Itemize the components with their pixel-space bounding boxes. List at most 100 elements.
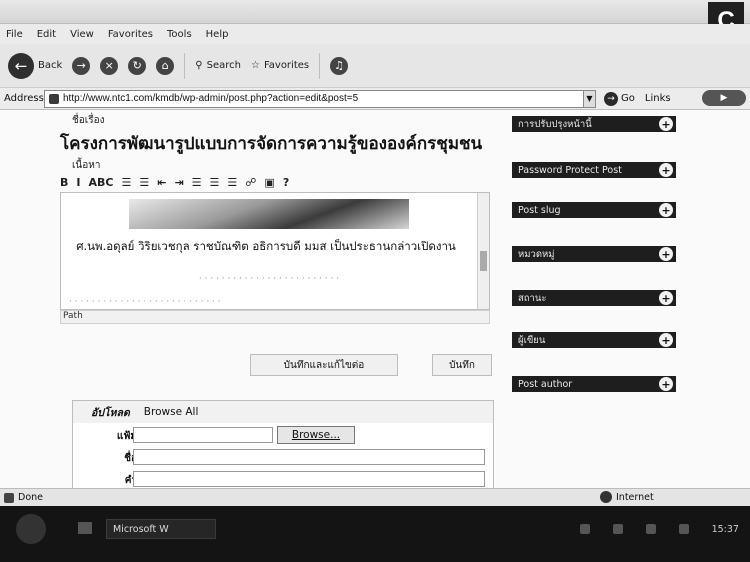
links-button[interactable]: Links — [645, 93, 671, 104]
save-and-continue-button[interactable]: บันทึกและแก้ไขต่อ — [250, 354, 398, 376]
expand-plus-icon[interactable]: + — [659, 291, 673, 305]
favorites-button[interactable]: ☆ Favorites — [251, 60, 309, 71]
sidebar-item-status[interactable]: สถานะ + — [512, 290, 676, 306]
expand-plus-icon[interactable]: + — [659, 163, 673, 177]
address-label: Address — [4, 93, 44, 104]
go-button[interactable]: → Go — [604, 91, 635, 106]
align-left-icon[interactable]: ☰ — [192, 176, 202, 189]
address-bar: Address http://www.ntc1.com/kmdb/wp-admi… — [0, 88, 750, 110]
menu-edit[interactable]: Edit — [37, 29, 56, 40]
security-zone: Internet — [600, 491, 654, 503]
upload-description-input[interactable] — [133, 471, 485, 487]
expand-plus-icon[interactable]: + — [659, 377, 673, 391]
window-titlebar: C — [0, 0, 750, 40]
tray-icon[interactable] — [612, 524, 623, 534]
address-dropdown[interactable]: ▼ — [584, 89, 596, 108]
numbered-list-icon[interactable]: ☰ — [139, 176, 149, 189]
indent-icon[interactable]: ⇥ — [174, 176, 183, 189]
menu-tools[interactable]: Tools — [167, 29, 192, 40]
go-arrow-icon: → — [604, 91, 618, 106]
upload-description-label: คำ — [124, 475, 137, 486]
system-tray: 15:37 — [580, 520, 745, 538]
sidebar-item-label: Post slug — [518, 204, 561, 216]
sidebar-item-categories[interactable]: หมวดหมู่ + — [512, 246, 676, 262]
editor-toolbar: B I ABC ☰ ☰ ⇤ ⇥ ☰ ☰ ☰ ☍ ▣ ? — [60, 172, 490, 192]
sidebar-item-label: สถานะ — [518, 292, 547, 304]
favorites-label: Favorites — [263, 60, 310, 71]
page-done-icon — [4, 492, 14, 503]
sidebar-item-password-protect[interactable]: Password Protect Post + — [512, 162, 676, 178]
address-url: http://www.ntc1.com/kmdb/wp-admin/post.p… — [63, 93, 359, 104]
expand-plus-icon[interactable]: + — [659, 247, 673, 261]
taskbar-item-word[interactable]: Microsoft W — [106, 519, 216, 539]
stop-button[interactable]: × — [100, 56, 119, 75]
strikethrough-button[interactable]: ABC — [88, 176, 113, 189]
editor-faded-text: · · · · · · · · · · · · · · · · · · · · … — [69, 297, 221, 307]
clock: 15:37 — [711, 523, 739, 535]
italic-button[interactable]: I — [76, 176, 80, 189]
editor-scrollbar[interactable] — [477, 193, 489, 309]
content-field-label: เนื้อหา — [72, 160, 101, 171]
align-right-icon[interactable]: ☰ — [227, 176, 237, 189]
sidebar-item-label: ผู้เขียน — [518, 334, 546, 346]
back-arrow-icon: ← — [8, 52, 34, 79]
go-label: Go — [621, 93, 635, 104]
bullet-list-icon[interactable]: ☰ — [121, 176, 131, 189]
sidebar-item-post-slug[interactable]: Post slug + — [512, 202, 676, 218]
refresh-button[interactable]: ↻ — [128, 56, 147, 75]
file-label: แฟ้ม — [116, 431, 137, 442]
page-content: ชื่อเรื่อง โครงการพัฒนารูปแบบการจัดการคว… — [0, 110, 750, 488]
toolbar-separator — [184, 52, 186, 79]
home-button[interactable]: ⌂ — [156, 56, 175, 75]
expand-plus-icon[interactable]: + — [659, 117, 673, 131]
menu-favorites[interactable]: Favorites — [108, 29, 153, 40]
screen: C File Edit View Favorites Tools Help ← … — [0, 0, 750, 562]
file-input[interactable] — [133, 427, 273, 443]
sidebar-item-post-author[interactable]: Post author + — [512, 376, 676, 392]
image-icon[interactable]: ▣ — [264, 176, 274, 189]
search-label: Search — [206, 60, 241, 71]
sidebar-item-label: การปรับปรุงหน้านี้ — [518, 118, 592, 130]
sidebar-item-label: Post author — [518, 378, 573, 390]
upload-title-input[interactable] — [133, 449, 485, 465]
tray-icon[interactable] — [580, 524, 590, 534]
address-input[interactable]: http://www.ntc1.com/kmdb/wp-admin/post.p… — [44, 89, 584, 108]
upload-tabs: อัปโหลด Browse All — [73, 401, 493, 423]
sidebar-item-author[interactable]: ผู้เขียน + — [512, 332, 676, 348]
outdent-icon[interactable]: ⇤ — [157, 176, 166, 189]
align-center-icon[interactable]: ☰ — [210, 176, 220, 189]
bold-button[interactable]: B — [60, 176, 68, 189]
editor-body-text: ศ.นพ.อดุลย์ วิริยเวชกุล ราชบัณฑิต อธิการ… — [76, 239, 456, 253]
content-editor[interactable]: ศ.นพ.อดุลย์ วิริยเวชกุล ราชบัณฑิต อธิการ… — [60, 192, 490, 310]
status-bar: Done Internet — [0, 488, 750, 506]
expand-plus-icon[interactable]: + — [659, 333, 673, 347]
help-icon[interactable]: ? — [283, 176, 289, 189]
menu-help[interactable]: Help — [206, 29, 229, 40]
post-title-input[interactable]: โครงการพัฒนารูปแบบการจัดการความรู้ขององค… — [60, 130, 482, 157]
volume-icon[interactable] — [645, 524, 656, 534]
search-button[interactable]: ⚲ Search — [195, 60, 241, 71]
back-button[interactable]: ← Back — [8, 52, 62, 79]
sidebar-item-revisions[interactable]: การปรับปรุงหน้านี้ + — [512, 116, 676, 132]
sidebar-item-label: หมวดหมู่ — [518, 248, 555, 260]
menu-file[interactable]: File — [6, 29, 23, 40]
browse-button[interactable]: Browse... — [277, 426, 355, 444]
tab-upload[interactable]: อัปโหลด — [91, 404, 130, 421]
scrollbar-thumb[interactable] — [480, 251, 487, 271]
expand-plus-icon[interactable]: + — [659, 203, 673, 217]
tab-browse-all[interactable]: Browse All — [144, 406, 199, 418]
search-icon: ⚲ — [195, 60, 203, 71]
sidebar-item-label: Password Protect Post — [518, 164, 622, 176]
link-icon[interactable]: ☍ — [245, 176, 256, 189]
save-button[interactable]: บันทึก — [432, 354, 492, 376]
toolbar-extension-button[interactable]: ▶ — [702, 90, 746, 106]
status-text: Done — [18, 492, 43, 503]
start-button[interactable] — [16, 514, 46, 544]
menu-view[interactable]: View — [70, 29, 94, 40]
embedded-banner-image — [129, 199, 409, 229]
forward-button[interactable]: → — [72, 56, 91, 75]
title-field-label: ชื่อเรื่อง — [72, 115, 105, 126]
quick-launch-icon[interactable] — [78, 522, 92, 534]
media-button[interactable]: ♫ — [330, 56, 349, 75]
network-icon[interactable] — [678, 524, 689, 534]
